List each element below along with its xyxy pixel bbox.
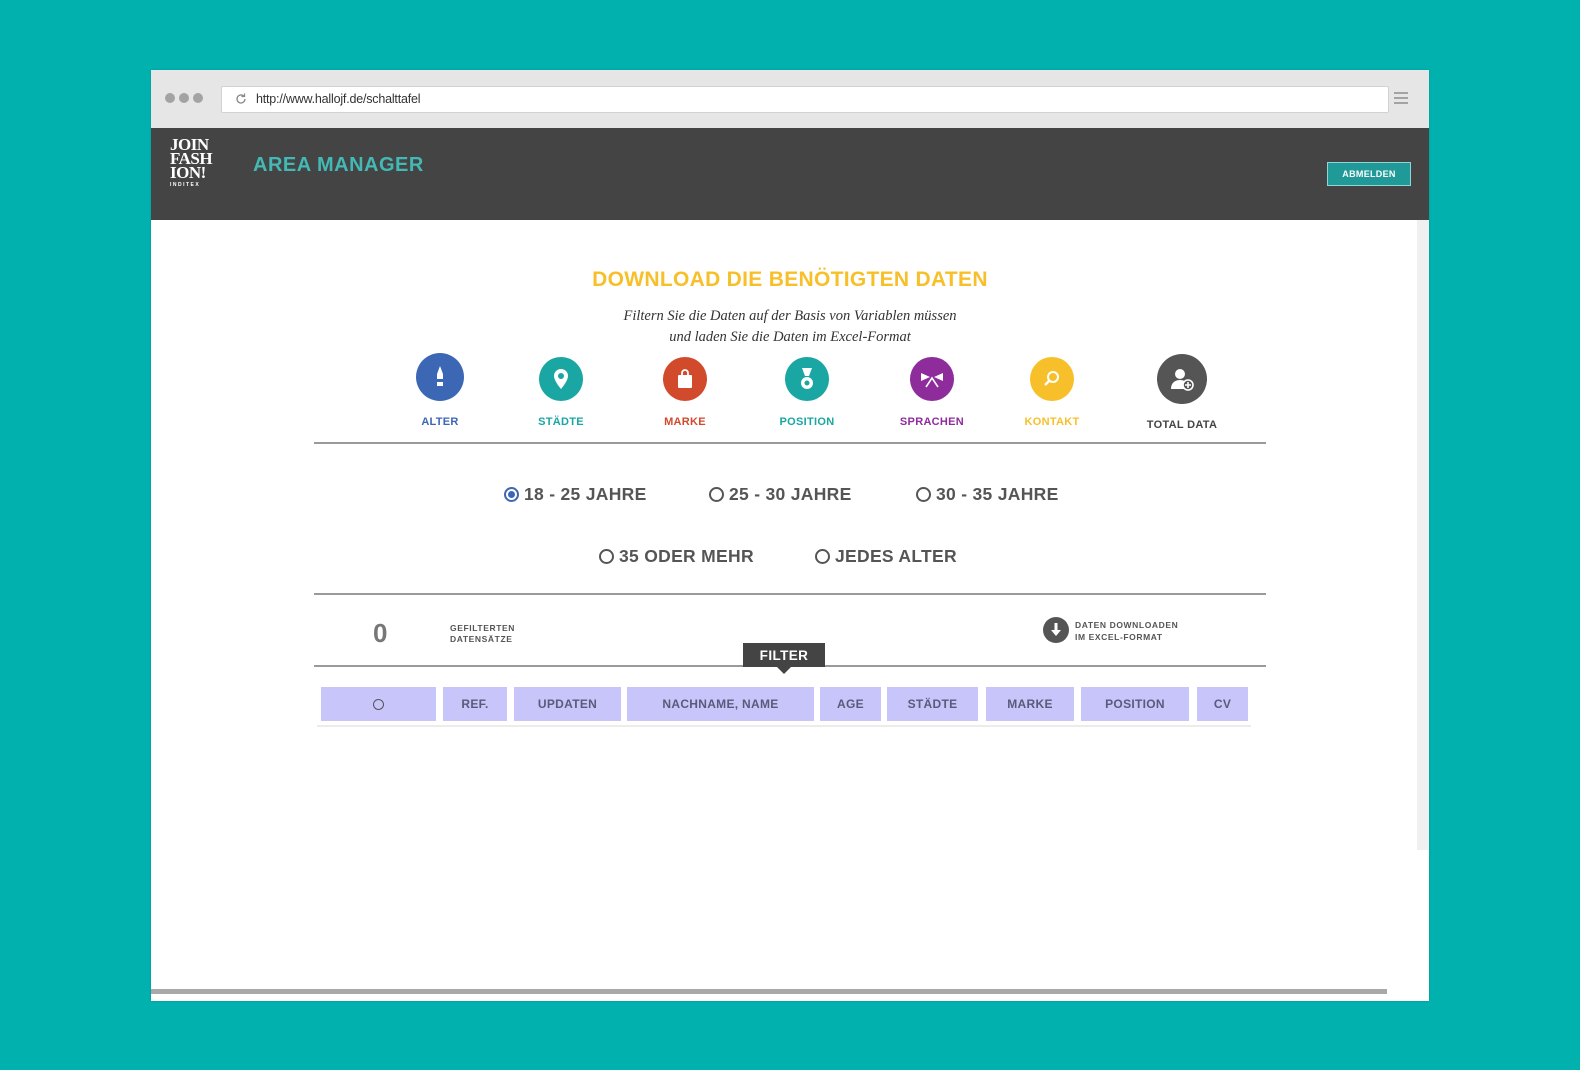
download-icon[interactable] [1043, 617, 1069, 643]
category-alter[interactable]: ALTER [385, 353, 495, 428]
radio-empty-icon [709, 487, 724, 502]
category-marke[interactable]: MARKE [630, 357, 740, 428]
logout-button[interactable]: ABMELDEN [1327, 162, 1411, 186]
radio-empty-icon [599, 549, 614, 564]
radio-empty-icon [916, 487, 931, 502]
column-select-all[interactable] [321, 687, 436, 721]
record-count-label: GEFILTERTEN DATENSÄTZE [450, 623, 515, 644]
browser-toolbar: http://www.hallojf.de/schalttafel [151, 70, 1429, 128]
column-position[interactable]: POSITION [1081, 687, 1189, 721]
window-dot[interactable] [193, 93, 203, 103]
column-ref[interactable]: REF. [443, 687, 507, 721]
window-dot[interactable] [165, 93, 175, 103]
horizontal-scrollbar[interactable] [151, 989, 1387, 994]
app-title: AREA MANAGER [253, 154, 424, 176]
page-subtitle: Filtern Sie die Daten auf der Basis von … [623, 308, 957, 345]
hamburger-menu-icon[interactable] [1394, 92, 1408, 106]
shopping-bag-icon [663, 357, 707, 401]
location-pin-icon [539, 357, 583, 401]
url-text[interactable]: http://www.hallojf.de/schalttafel [256, 92, 421, 106]
address-bar[interactable]: http://www.hallojf.de/schalttafel [221, 86, 1389, 113]
category-total-data[interactable]: TOTAL DATA [1127, 354, 1237, 431]
divider [314, 442, 1266, 444]
category-staedte[interactable]: STÄDTE [506, 357, 616, 428]
category-sprachen[interactable]: SPRACHEN [877, 357, 987, 428]
record-count: 0 [373, 618, 388, 648]
radio-age-35-plus[interactable]: 35 ODER MEHR [599, 546, 754, 567]
category-kontakt[interactable]: KONTAKT [997, 357, 1107, 428]
magnifier-icon [1030, 357, 1074, 401]
join-fashion-logo[interactable]: JOIN FASH ION! INDITEX [170, 136, 226, 190]
page-title: DOWNLOAD DIE BENÖTIGTEN DATEN [592, 268, 988, 291]
radio-empty-icon [815, 549, 830, 564]
divider [314, 593, 1266, 595]
column-staedte[interactable]: STÄDTE [887, 687, 978, 721]
reload-icon[interactable] [234, 92, 248, 106]
radio-age-18-25[interactable]: 18 - 25 JAHRE [504, 484, 647, 505]
browser-window: http://www.hallojf.de/schalttafel JOIN F… [151, 70, 1429, 1001]
column-age[interactable]: AGE [820, 687, 881, 721]
column-updaten[interactable]: UPDATEN [514, 687, 621, 721]
column-name[interactable]: NACHNAME, NAME [627, 687, 814, 721]
radio-age-30-35[interactable]: 30 - 35 JAHRE [916, 484, 1059, 505]
radio-age-25-30[interactable]: 25 - 30 JAHRE [709, 484, 852, 505]
window-dot[interactable] [179, 93, 189, 103]
column-cv[interactable]: CV [1197, 687, 1248, 721]
radio-selected-icon [504, 487, 519, 502]
radio-age-any[interactable]: JEDES ALTER [815, 546, 957, 567]
bottle-icon [416, 353, 464, 401]
window-controls [165, 93, 203, 103]
select-all-radio-icon[interactable] [373, 698, 384, 710]
vertical-scrollbar[interactable] [1417, 220, 1429, 850]
user-add-icon [1157, 354, 1207, 404]
flags-icon [910, 357, 954, 401]
category-position[interactable]: POSITION [752, 357, 862, 428]
app-header: JOIN FASH ION! INDITEX AREA MANAGER ABME… [151, 128, 1429, 220]
medal-icon [785, 357, 829, 401]
column-marke[interactable]: MARKE [986, 687, 1074, 721]
filter-tab[interactable]: FILTER [743, 643, 825, 674]
table-divider [317, 725, 1251, 727]
download-excel-link[interactable]: DATEN DOWNLOADEN IM EXCEL-FORMAT [1075, 619, 1178, 643]
